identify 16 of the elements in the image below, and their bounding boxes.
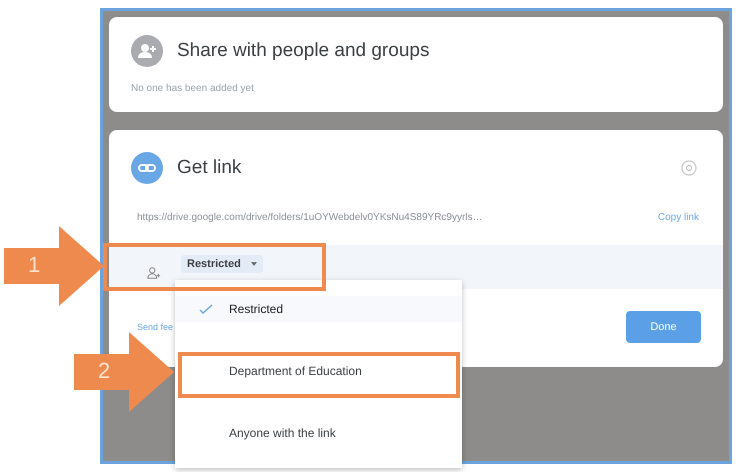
people-icon [147, 266, 161, 280]
share-status-text: No one has been added yet [131, 83, 255, 94]
menu-item[interactable]: Department of Education [175, 358, 462, 384]
step-number: 2 [98, 358, 110, 384]
access-dropdown[interactable]: Restricted [181, 255, 263, 273]
menu-item[interactable]: Anyone with the link [175, 420, 462, 446]
link-icon [131, 152, 163, 184]
share-title: Share with people and groups [177, 40, 430, 62]
link-title: Get link [177, 157, 242, 179]
person-add-icon [131, 35, 163, 67]
step-number: 1 [28, 252, 40, 278]
menu-item[interactable]: Restricted [175, 296, 462, 322]
link-url: https://drive.google.com/drive/folders/1uOYWebdelv0YKsNu4S89YRc9yyrls… [137, 212, 483, 223]
check-icon [199, 304, 213, 314]
settings-icon[interactable] [681, 160, 697, 176]
caret-icon [250, 262, 257, 266]
